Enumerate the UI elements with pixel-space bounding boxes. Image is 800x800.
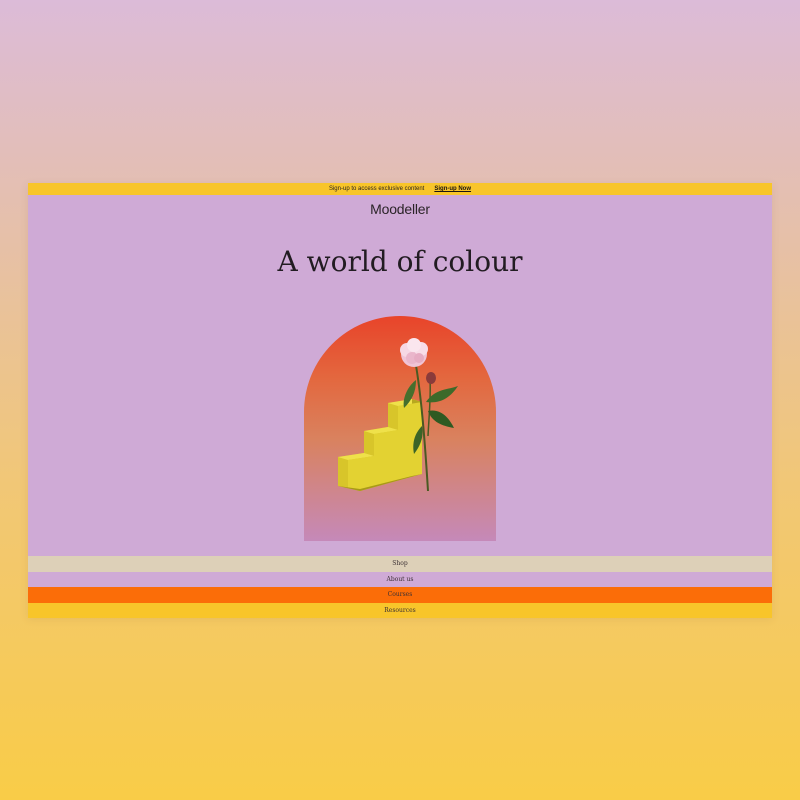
peony-flower (400, 338, 428, 367)
menu-item-label: Shop (392, 560, 408, 568)
menu-item-about[interactable]: About us (28, 571, 772, 587)
menu-item-label: Courses (387, 591, 413, 599)
hero-image (304, 316, 496, 541)
sign-up-link[interactable]: Sign-up Now (434, 186, 471, 192)
yellow-stairs (338, 399, 422, 491)
banner-text: Sign-up to access exclusive content (328, 186, 425, 192)
hero-title: A world of colour (277, 245, 523, 278)
navigation-menu: Shop About us Courses Resources (28, 556, 772, 618)
peony-bud (426, 372, 436, 384)
menu-item-resources[interactable]: Resources (28, 602, 772, 618)
announcement-banner: Sign-up to access exclusive content Sign… (28, 183, 772, 195)
website-preview: Sign-up to access exclusive content Sign… (28, 183, 772, 618)
menu-item-courses[interactable]: Courses (28, 587, 772, 603)
menu-item-label: About us (386, 575, 414, 583)
menu-item-shop[interactable]: Shop (28, 556, 772, 572)
site-logo[interactable]: Moodeller (28, 201, 772, 217)
menu-item-label: Resources (384, 606, 416, 614)
stairs-with-peony-illustration (338, 338, 458, 492)
